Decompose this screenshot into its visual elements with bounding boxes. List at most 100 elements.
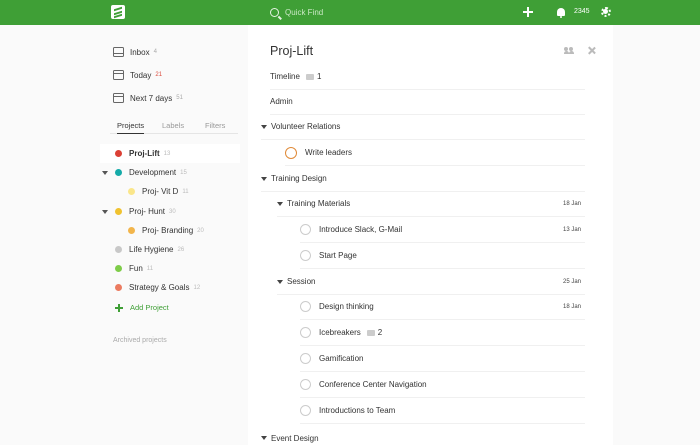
task-checkbox[interactable] <box>300 379 311 390</box>
task-label: Conference Center Navigation <box>319 380 427 389</box>
project-item[interactable]: Life Hygiene 26 <box>100 240 240 259</box>
add-task-button[interactable] <box>522 6 534 18</box>
tab-filters[interactable]: Filters <box>205 121 225 130</box>
chevron-down-icon[interactable] <box>277 201 283 206</box>
project-item[interactable]: Fun 11 <box>100 259 240 278</box>
sidebar-tabs: Projects Labels Filters <box>110 121 238 134</box>
section-row[interactable]: Admin <box>270 89 585 115</box>
section-row[interactable]: Training Materials 18 Jan <box>277 191 585 217</box>
comment-count[interactable]: 1 <box>305 72 322 81</box>
project-item[interactable]: Strategy & Goals 12 <box>100 278 240 297</box>
task-row[interactable]: Conference Center Navigation <box>300 372 585 398</box>
inbox-icon <box>113 47 124 57</box>
project-count: 12 <box>193 284 201 291</box>
section-row[interactable]: Volunteer Relations <box>261 114 585 140</box>
nav-inbox[interactable]: Inbox 4 <box>113 45 157 59</box>
project-count: 20 <box>197 227 204 234</box>
search-icon[interactable] <box>270 8 279 17</box>
chevron-down-icon[interactable] <box>261 436 267 440</box>
task-label: Introduce Slack, G-Mail <box>319 225 403 234</box>
chevron-down-icon[interactable] <box>102 209 108 214</box>
main-panel: Proj-Lift Timeline 1 Admin Volunteer Rel… <box>248 25 613 445</box>
task-row[interactable]: Start Page <box>300 243 585 269</box>
section-row[interactable]: Event Design <box>261 425 585 445</box>
task-checkbox[interactable] <box>300 224 311 235</box>
nav-today[interactable]: Today 21 <box>113 68 162 82</box>
gear-icon[interactable] <box>601 7 611 17</box>
chevron-down-icon[interactable] <box>261 176 267 181</box>
tab-labels[interactable]: Labels <box>162 121 184 130</box>
project-item[interactable]: Proj- Branding 20 <box>100 221 240 240</box>
project-color-dot <box>128 188 135 195</box>
row-label: Admin <box>270 97 293 106</box>
project-color-dot <box>115 169 122 176</box>
karma-count[interactable]: 2345 <box>574 8 590 15</box>
task-row[interactable]: Write leaders <box>285 140 585 166</box>
project-label: Proj- Vit D <box>142 187 179 196</box>
task-checkbox[interactable] <box>300 250 311 261</box>
calendar-week-icon <box>113 93 124 103</box>
bell-icon[interactable] <box>557 8 565 18</box>
project-label: Proj- Hunt <box>129 207 166 216</box>
comment-count[interactable]: 2 <box>366 328 383 337</box>
comment-count-value: 1 <box>316 72 322 81</box>
task-row[interactable]: Icebreakers 2 <box>300 320 585 346</box>
task-checkbox[interactable] <box>285 146 297 159</box>
project-count: 26 <box>177 246 185 253</box>
task-label: Introductions to Team <box>319 406 396 415</box>
section-row[interactable]: Training Design <box>261 166 585 192</box>
project-item[interactable]: Proj- Hunt 30 <box>100 202 240 221</box>
project-color-dot <box>115 246 122 253</box>
nav-next-7-days[interactable]: Next 7 days 51 <box>113 91 183 105</box>
row-label: Training Design <box>271 174 327 183</box>
row-label: Event Design <box>271 433 319 443</box>
task-row[interactable]: Introductions to Team <box>300 398 585 424</box>
archived-projects-link[interactable]: Archived projects <box>113 337 167 344</box>
project-count: 11 <box>146 265 154 272</box>
due-date[interactable]: 18 Jan <box>563 304 581 310</box>
project-label: Proj-Lift <box>129 149 160 158</box>
project-label: Life Hygiene <box>129 245 174 254</box>
section-row[interactable]: Timeline 1 <box>270 64 585 90</box>
add-project-button[interactable]: Add Project <box>115 303 169 312</box>
search-placeholder[interactable]: Quick Find <box>285 8 323 17</box>
section-row[interactable]: Session 25 Jan <box>277 269 585 295</box>
tab-projects[interactable]: Projects <box>117 121 145 134</box>
task-checkbox[interactable] <box>300 301 311 312</box>
project-color-dot <box>115 208 122 215</box>
task-checkbox[interactable] <box>300 353 311 364</box>
chevron-down-icon[interactable] <box>261 124 267 129</box>
close-icon[interactable] <box>587 46 596 55</box>
task-row[interactable]: Gamification <box>300 346 585 372</box>
task-label: Start Page <box>319 251 357 260</box>
due-date[interactable]: 25 Jan <box>563 279 581 285</box>
chevron-down-icon[interactable] <box>102 170 108 175</box>
todoist-logo-icon[interactable] <box>111 5 125 19</box>
task-row[interactable]: Design thinking 18 Jan <box>300 294 585 320</box>
project-count: 11 <box>182 188 189 195</box>
add-project-label: Add Project <box>130 303 169 312</box>
due-date[interactable]: 18 Jan <box>563 201 581 207</box>
row-label: Session <box>287 277 316 286</box>
plus-icon <box>115 303 123 312</box>
chevron-down-icon[interactable] <box>277 279 283 284</box>
project-label: Fun <box>129 264 143 273</box>
page-title: Proj-Lift <box>270 44 314 58</box>
task-checkbox[interactable] <box>300 405 311 416</box>
nav-label: Inbox <box>130 47 150 57</box>
project-color-dot <box>115 284 122 291</box>
due-date[interactable]: 13 Jan <box>563 227 581 233</box>
project-color-dot <box>115 150 122 157</box>
share-people-icon[interactable] <box>564 47 574 55</box>
project-item[interactable]: Development 15 <box>100 163 240 182</box>
comment-count-value: 2 <box>377 328 383 337</box>
nav-count: 51 <box>176 95 183 101</box>
project-item[interactable]: Proj-Lift 13 <box>100 144 240 163</box>
project-item[interactable]: Proj- Vit D 11 <box>100 182 240 201</box>
row-label: Volunteer Relations <box>271 122 341 131</box>
quick-find-search[interactable]: Quick Find <box>270 6 323 19</box>
project-count: 15 <box>180 169 187 176</box>
task-checkbox[interactable] <box>300 327 311 338</box>
nav-label: Next 7 days <box>130 93 173 103</box>
task-row[interactable]: Introduce Slack, G-Mail 13 Jan <box>300 217 585 243</box>
